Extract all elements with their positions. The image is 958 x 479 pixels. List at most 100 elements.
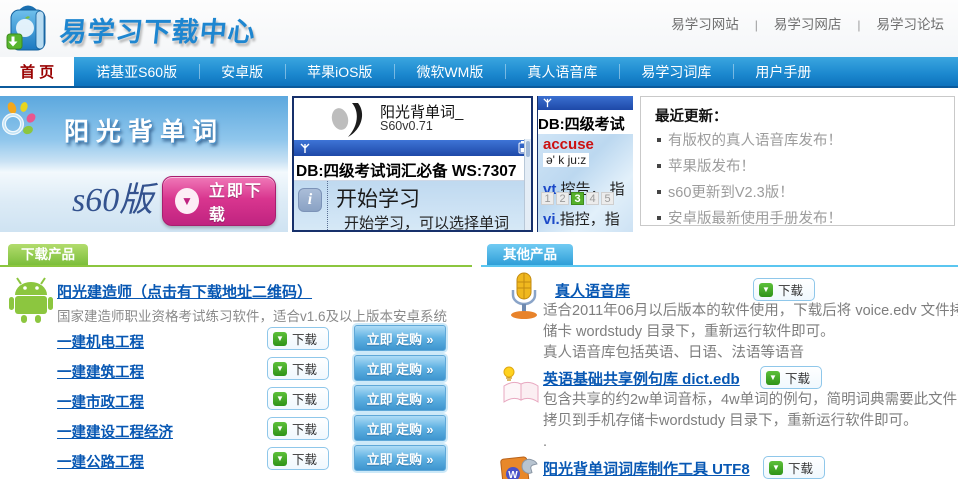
app-menu: i 开始学习 开始学习，可以选择单词 [294, 181, 531, 232]
banner-edition: s60版 [72, 172, 153, 221]
featured-product-link[interactable]: 阳光建造师（点击有下载地址二维码） [57, 281, 312, 302]
main-nav: 首 页诺基亚S60版安卓版苹果iOS版微软WM版真人语音库易学习词库用户手册 [0, 57, 958, 88]
download-arrow-icon: ▼ [273, 452, 287, 466]
download-button[interactable]: ▼ 下载 [267, 387, 329, 410]
product-row: 一建市政工程 ▼ 下载 立即 定购» [0, 384, 472, 414]
status-bar [538, 96, 633, 110]
product-link[interactable]: 一建公路工程 [57, 451, 144, 472]
dictionary-status-line: DB:四级考试 [538, 110, 633, 134]
divider [0, 265, 472, 267]
nav-tab[interactable]: 易学习词库 [619, 57, 733, 86]
menu-item-main: 开始学习 [336, 183, 420, 213]
top-link[interactable]: 易学习网店 [739, 17, 842, 32]
book-lightbulb-icon [500, 364, 542, 404]
order-button[interactable]: 立即 定购» [354, 445, 446, 471]
scrollbar-thumb[interactable] [526, 141, 530, 157]
download-button[interactable]: ▼ 下载 [267, 447, 329, 470]
meaning-line: vi.指控，指 [543, 208, 620, 229]
order-button[interactable]: 立即 定购» [354, 355, 446, 381]
product-row: 一建建筑工程 ▼ 下载 立即 定购» [0, 354, 472, 384]
android-icon [8, 276, 54, 324]
product-row: 一建机电工程 ▼ 下载 立即 定购» [0, 324, 472, 354]
product-link[interactable]: 一建建设工程经济 [57, 421, 173, 442]
download-button[interactable]: ▼ 下载 [763, 456, 825, 479]
page-number[interactable]: 5 [601, 192, 614, 205]
nav-tab[interactable]: 用户手册 [733, 57, 833, 86]
desc-line: 拷贝到手机存储卡wordstudy 目录下，重新运行软件即可。 [543, 411, 958, 432]
divider [481, 265, 958, 267]
banner-download-button[interactable]: ▼ 立即下载 [162, 176, 276, 226]
product-link[interactable]: 一建市政工程 [57, 391, 144, 412]
chevron-right-icon: » [426, 362, 433, 377]
recent-updates-box: 最近更新： 有版权的真人语音库发布！苹果版发布！s60更新到V2.3版！安卓版最… [640, 96, 955, 226]
divider [327, 181, 328, 232]
product-row: 一建建设工程经济 ▼ 下载 立即 定购» [0, 414, 472, 444]
pagination: 12345 [541, 192, 616, 205]
status-bar [294, 140, 531, 156]
nav-tab[interactable]: 微软WM版 [394, 57, 505, 86]
other-product-link[interactable]: 真人语音库 [555, 280, 630, 301]
page-number[interactable]: 4 [586, 192, 599, 205]
download-arrow-icon: ▼ [273, 422, 287, 436]
info-icon: i [298, 188, 322, 212]
updates-list: 有版权的真人语音库发布！苹果版发布！s60更新到V2.3版！安卓版最新使用手册发… [655, 128, 940, 232]
order-button[interactable]: 立即 定购» [354, 415, 446, 441]
dictionary-status-line: DB:四级考试词汇必备 WS:7307 [294, 156, 531, 181]
download-button[interactable]: ▼ 下载 [267, 357, 329, 380]
other-product-link[interactable]: 阳光背单词词库制作工具 UTF8 [543, 458, 750, 479]
nav-tab[interactable]: 首 页 [0, 57, 74, 86]
update-item[interactable]: 苹果版发布！ [655, 154, 940, 180]
microphone-icon [504, 272, 544, 320]
antenna-icon [542, 97, 553, 108]
site-title: 易学习下载中心 [58, 10, 258, 49]
top-link[interactable]: 易学习网站 [671, 17, 739, 32]
backpack-logo-icon [6, 4, 52, 54]
other-product-desc: 包含共享的约2w单词音标，4w单词的例句，简明词典需要此文件，下拷贝到手机存储卡… [543, 390, 958, 453]
nav-tab[interactable]: 安卓版 [199, 57, 285, 86]
download-arrow-icon: ▼ [273, 362, 287, 376]
chevron-right-icon: » [426, 392, 433, 407]
download-arrow-icon: ▼ [766, 371, 780, 385]
desc-line: . [543, 432, 958, 453]
top-link[interactable]: 易学习论坛 [841, 17, 944, 32]
app-screenshot-2: DB:四级考试 accuse ə' k ju:z vt.控告， 指 12345 … [537, 96, 633, 232]
order-button[interactable]: 立即 定购» [354, 325, 446, 351]
download-button[interactable]: ▼ 下载 [267, 417, 329, 440]
chevron-right-icon: » [426, 452, 433, 467]
download-arrow-icon: ▼ [175, 188, 199, 214]
promo-banner[interactable]: 阳光背单词 s60版 ▼ 立即下载 [0, 96, 288, 232]
update-item[interactable]: 安卓版最新使用手册发布！ [655, 206, 940, 232]
product-row: 一建公路工程 ▼ 下载 立即 定购» [0, 444, 472, 474]
nav-tab[interactable]: 真人语音库 [505, 57, 619, 86]
desc-line: 真人语音库包括英语、日语、法语等语音 [543, 343, 958, 364]
site-logo[interactable]: 易学习下载中心 [6, 4, 256, 54]
word-card: accuse ə' k ju:z vt.控告， 指 12345 vi.指控，指 [538, 134, 633, 232]
tab-download-products[interactable]: 下载产品 [8, 244, 88, 265]
page-number[interactable]: 2 [556, 192, 569, 205]
update-item[interactable]: s60更新到V2.3版！ [655, 180, 940, 206]
desc-line: 包含共享的约2w单词音标，4w单词的例句，简明词典需要此文件，下 [543, 390, 958, 411]
download-arrow-icon: ▼ [273, 332, 287, 346]
product-link[interactable]: 一建机电工程 [57, 331, 144, 352]
download-button[interactable]: ▼ 下载 [753, 278, 815, 301]
order-button[interactable]: 立即 定购» [354, 385, 446, 411]
other-product-link[interactable]: 英语基础共享例句库 dict.edb [543, 368, 740, 389]
page-number[interactable]: 1 [541, 192, 554, 205]
chevron-right-icon: » [426, 332, 433, 347]
page-number[interactable]: 3 [571, 192, 584, 205]
page: 易学习下载中心 易学习网站易学习网店易学习论坛 首 页诺基亚S60版安卓版苹果i… [0, 0, 958, 479]
phonetic: ə' k ju:z [543, 153, 589, 167]
desc-line: 适合2011年06月以后版本的软件使用，下载后将 voice.edv 文件拷 [543, 301, 958, 322]
tab-other-products[interactable]: 其他产品 [487, 244, 573, 265]
product-link[interactable]: 一建建筑工程 [57, 361, 144, 382]
nav-tab[interactable]: 诺基亚S60版 [74, 57, 199, 86]
download-button[interactable]: ▼ 下载 [267, 327, 329, 350]
desc-line: 储卡 wordstudy 目录下，重新运行软件即可。 [543, 322, 958, 343]
chevron-right-icon: » [426, 422, 433, 437]
updates-title: 最近更新： [655, 105, 940, 126]
nav-tab[interactable]: 苹果iOS版 [285, 57, 394, 86]
scrollbar[interactable] [524, 139, 531, 230]
menu-item-sub: 开始学习，可以选择单词 [344, 212, 509, 232]
update-item[interactable]: 有版权的真人语音库发布！ [655, 128, 940, 154]
download-button[interactable]: ▼ 下载 [760, 366, 822, 389]
